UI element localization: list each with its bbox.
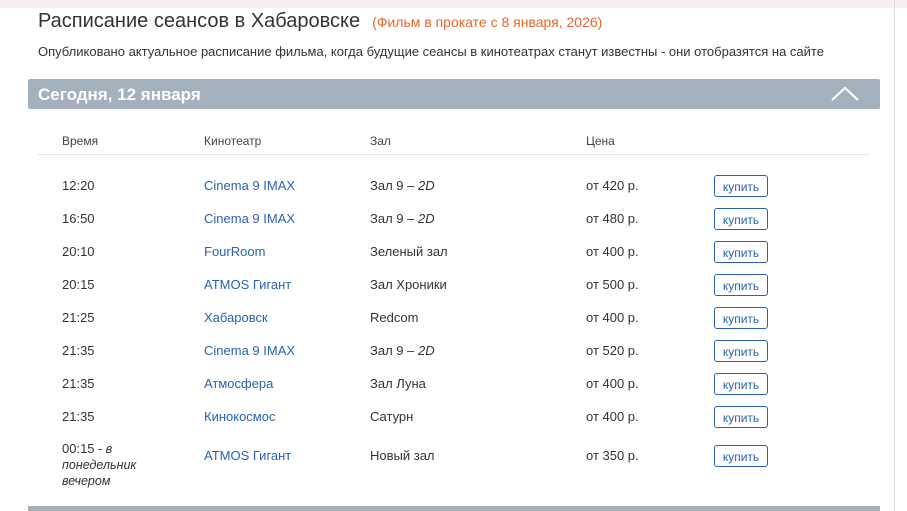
format-label: – 2D <box>403 343 435 358</box>
hall-name: Зал 9 – 2D <box>370 178 435 193</box>
session-time: 21:35 <box>62 343 95 358</box>
price: от 500 р. <box>586 277 639 292</box>
price: от 420 р. <box>586 178 639 193</box>
hall-name: Зал 9 – 2D <box>370 343 435 358</box>
column-header-cinema: Кинотеатр <box>204 134 262 148</box>
session-time: 21:35 <box>62 409 95 424</box>
column-header-time: Время <box>62 134 99 148</box>
day-label: Сегодня, 12 января <box>38 85 201 104</box>
hall-label: Redcom <box>370 310 419 325</box>
hall-label: Зал Хроники <box>370 277 447 292</box>
hall-label: Зал Луна <box>370 376 426 391</box>
sidebar-divider <box>894 0 895 511</box>
hall-label: Зеленый зал <box>370 244 448 259</box>
session-time: 20:10 <box>62 244 95 259</box>
format-label: – 2D <box>403 178 435 193</box>
hall-name: Зал Луна <box>370 376 426 391</box>
hall-name: Redcom <box>370 310 418 325</box>
buy-button[interactable]: купить <box>714 406 768 428</box>
price: от 400 р. <box>586 376 639 391</box>
day-header[interactable]: Сегодня, 12 января <box>28 79 880 109</box>
table-header: Время Кинотеатр Зал Цена <box>38 124 870 155</box>
price: от 400 р. <box>586 409 639 424</box>
cinema-link[interactable]: Cinema 9 IMAX <box>204 343 295 358</box>
hall-name: Зал 9 – 2D <box>370 211 435 226</box>
buy-button[interactable]: купить <box>714 274 768 296</box>
top-strip <box>0 0 907 8</box>
hall-name: Зал Хроники <box>370 277 447 292</box>
column-header-price: Цена <box>586 134 615 148</box>
hall-label: Зал 9 <box>370 343 404 358</box>
page-title: Расписание сеансов в Хабаровске <box>38 10 361 32</box>
cinema-link[interactable]: FourRoom <box>204 244 265 259</box>
hall-label: Зал 9 <box>370 178 404 193</box>
session-time-value: 00:15 <box>62 441 95 456</box>
session-time: 20:15 <box>62 277 95 292</box>
cinema-link[interactable]: Кинокосмос <box>204 409 275 424</box>
hall-label: Новый зал <box>370 448 435 463</box>
buy-button[interactable]: купить <box>714 307 768 329</box>
hall-label: Сатурн <box>370 409 414 424</box>
buy-button[interactable]: купить <box>714 373 768 395</box>
format-label: – 2D <box>403 211 435 226</box>
buy-button[interactable]: купить <box>714 241 768 263</box>
release-note: (Фильм в прокате с 8 января, 2026) <box>372 14 603 30</box>
price: от 400 р. <box>586 310 639 325</box>
hall-name: Сатурн <box>370 409 413 424</box>
buy-button[interactable]: купить <box>714 208 768 230</box>
next-day-header[interactable] <box>28 506 880 511</box>
hall-name: Зеленый зал <box>370 244 448 259</box>
cinema-link[interactable]: Хабаровск <box>204 310 268 325</box>
session-time: 21:25 <box>62 310 95 325</box>
price: от 350 р. <box>586 448 639 463</box>
column-header-hall: Зал <box>370 134 391 148</box>
page-heading: Расписание сеансов в Хабаровске (Фильм в… <box>38 10 602 33</box>
buy-button[interactable]: купить <box>714 445 768 467</box>
session-time: 21:35 <box>62 376 95 391</box>
buy-button[interactable]: купить <box>714 175 768 197</box>
buy-button[interactable]: купить <box>714 340 768 362</box>
chevron-up-icon[interactable] <box>830 83 860 103</box>
price: от 400 р. <box>586 244 639 259</box>
price: от 520 р. <box>586 343 639 358</box>
hall-name: Новый зал <box>370 448 435 463</box>
hall-label: Зал 9 <box>370 211 404 226</box>
session-time: 00:15 - в понедельник вечером <box>62 441 172 489</box>
cinema-link[interactable]: ATMOS Гигант <box>204 448 291 463</box>
schedule-notice: Опубликовано актуальное расписание фильм… <box>38 44 824 59</box>
session-time: 12:20 <box>62 178 95 193</box>
cinema-link[interactable]: Атмосфера <box>204 376 273 391</box>
cinema-link[interactable]: Cinema 9 IMAX <box>204 178 295 193</box>
cinema-link[interactable]: ATMOS Гигант <box>204 277 291 292</box>
price: от 480 р. <box>586 211 639 226</box>
cinema-link[interactable]: Cinema 9 IMAX <box>204 211 295 226</box>
session-time: 16:50 <box>62 211 95 226</box>
